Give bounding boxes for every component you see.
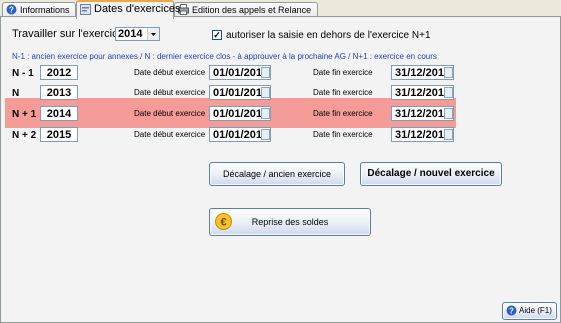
allow-entry-label: autoriser la saisie en dehors de l'exerc…	[226, 30, 431, 41]
calendar-icon[interactable]	[444, 108, 453, 119]
calendar-icon[interactable]	[444, 67, 453, 78]
row-name: N + 2	[12, 130, 37, 141]
calendar-icon[interactable]	[261, 129, 270, 140]
year-input[interactable]: 2013	[40, 85, 78, 100]
row-name: N	[12, 88, 20, 99]
row-name: N + 1	[12, 109, 37, 120]
start-date-label: Date début exercice	[134, 68, 206, 77]
end-date-label: Date fin exercice	[313, 88, 373, 97]
start-date-label: Date début exercice	[134, 88, 206, 97]
year-input[interactable]: 2015	[40, 127, 78, 142]
calendar-icon[interactable]	[261, 108, 270, 119]
year-selector[interactable]: 2014	[115, 27, 160, 41]
end-date-label: Date fin exercice	[313, 68, 373, 77]
year-input[interactable]: 2014	[40, 106, 78, 121]
reprise-soldes-button[interactable]: € Reprise des soldes	[209, 208, 371, 236]
tab-dates-exercices[interactable]: Dates d'exercices	[76, 0, 180, 19]
shift-new-exercise-button[interactable]: Décalage / nouvel exercice	[360, 162, 502, 186]
tab-bar: ? Informations Dates d'exercices Edition…	[0, 0, 561, 19]
tab-label: Dates d'exercices	[94, 3, 181, 15]
chevron-down-icon[interactable]	[147, 28, 159, 40]
exercise-legend: N-1 : ancien exercice pour annexes / N :…	[12, 52, 437, 61]
year-selector-label: Travailler sur l'exercice	[12, 28, 124, 40]
tab-label: Informations	[20, 5, 70, 15]
start-date-label: Date début exercice	[134, 109, 206, 118]
shift-old-exercise-button[interactable]: Décalage / ancien exercice	[209, 162, 345, 186]
settings-icon	[80, 4, 91, 15]
calendar-icon[interactable]	[261, 67, 270, 78]
year-input[interactable]: 2012	[40, 65, 78, 80]
tab-edition-appels[interactable]: Edition des appels et Relance	[174, 2, 318, 17]
calendar-icon[interactable]	[444, 87, 453, 98]
calendar-icon[interactable]	[444, 129, 453, 140]
end-date-label: Date fin exercice	[313, 109, 373, 118]
allow-entry-checkbox[interactable]: ✓	[212, 30, 222, 40]
help-button[interactable]: ? Aide (F1)	[502, 302, 557, 320]
tab-label: Edition des appels et Relance	[192, 5, 312, 15]
help-icon: ?	[506, 305, 517, 316]
help-label: Aide (F1)	[519, 306, 552, 315]
calendar-icon[interactable]	[261, 87, 270, 98]
end-date-label: Date fin exercice	[313, 130, 373, 139]
svg-text:?: ?	[509, 307, 514, 316]
svg-text:?: ?	[9, 6, 14, 15]
reprise-soldes-label: Reprise des soldes	[251, 217, 329, 227]
start-date-label: Date début exercice	[134, 130, 206, 139]
row-name: N - 1	[12, 68, 34, 79]
help-icon: ?	[6, 4, 17, 15]
tab-informations[interactable]: ? Informations	[2, 2, 76, 17]
year-selector-value: 2014	[118, 28, 143, 40]
